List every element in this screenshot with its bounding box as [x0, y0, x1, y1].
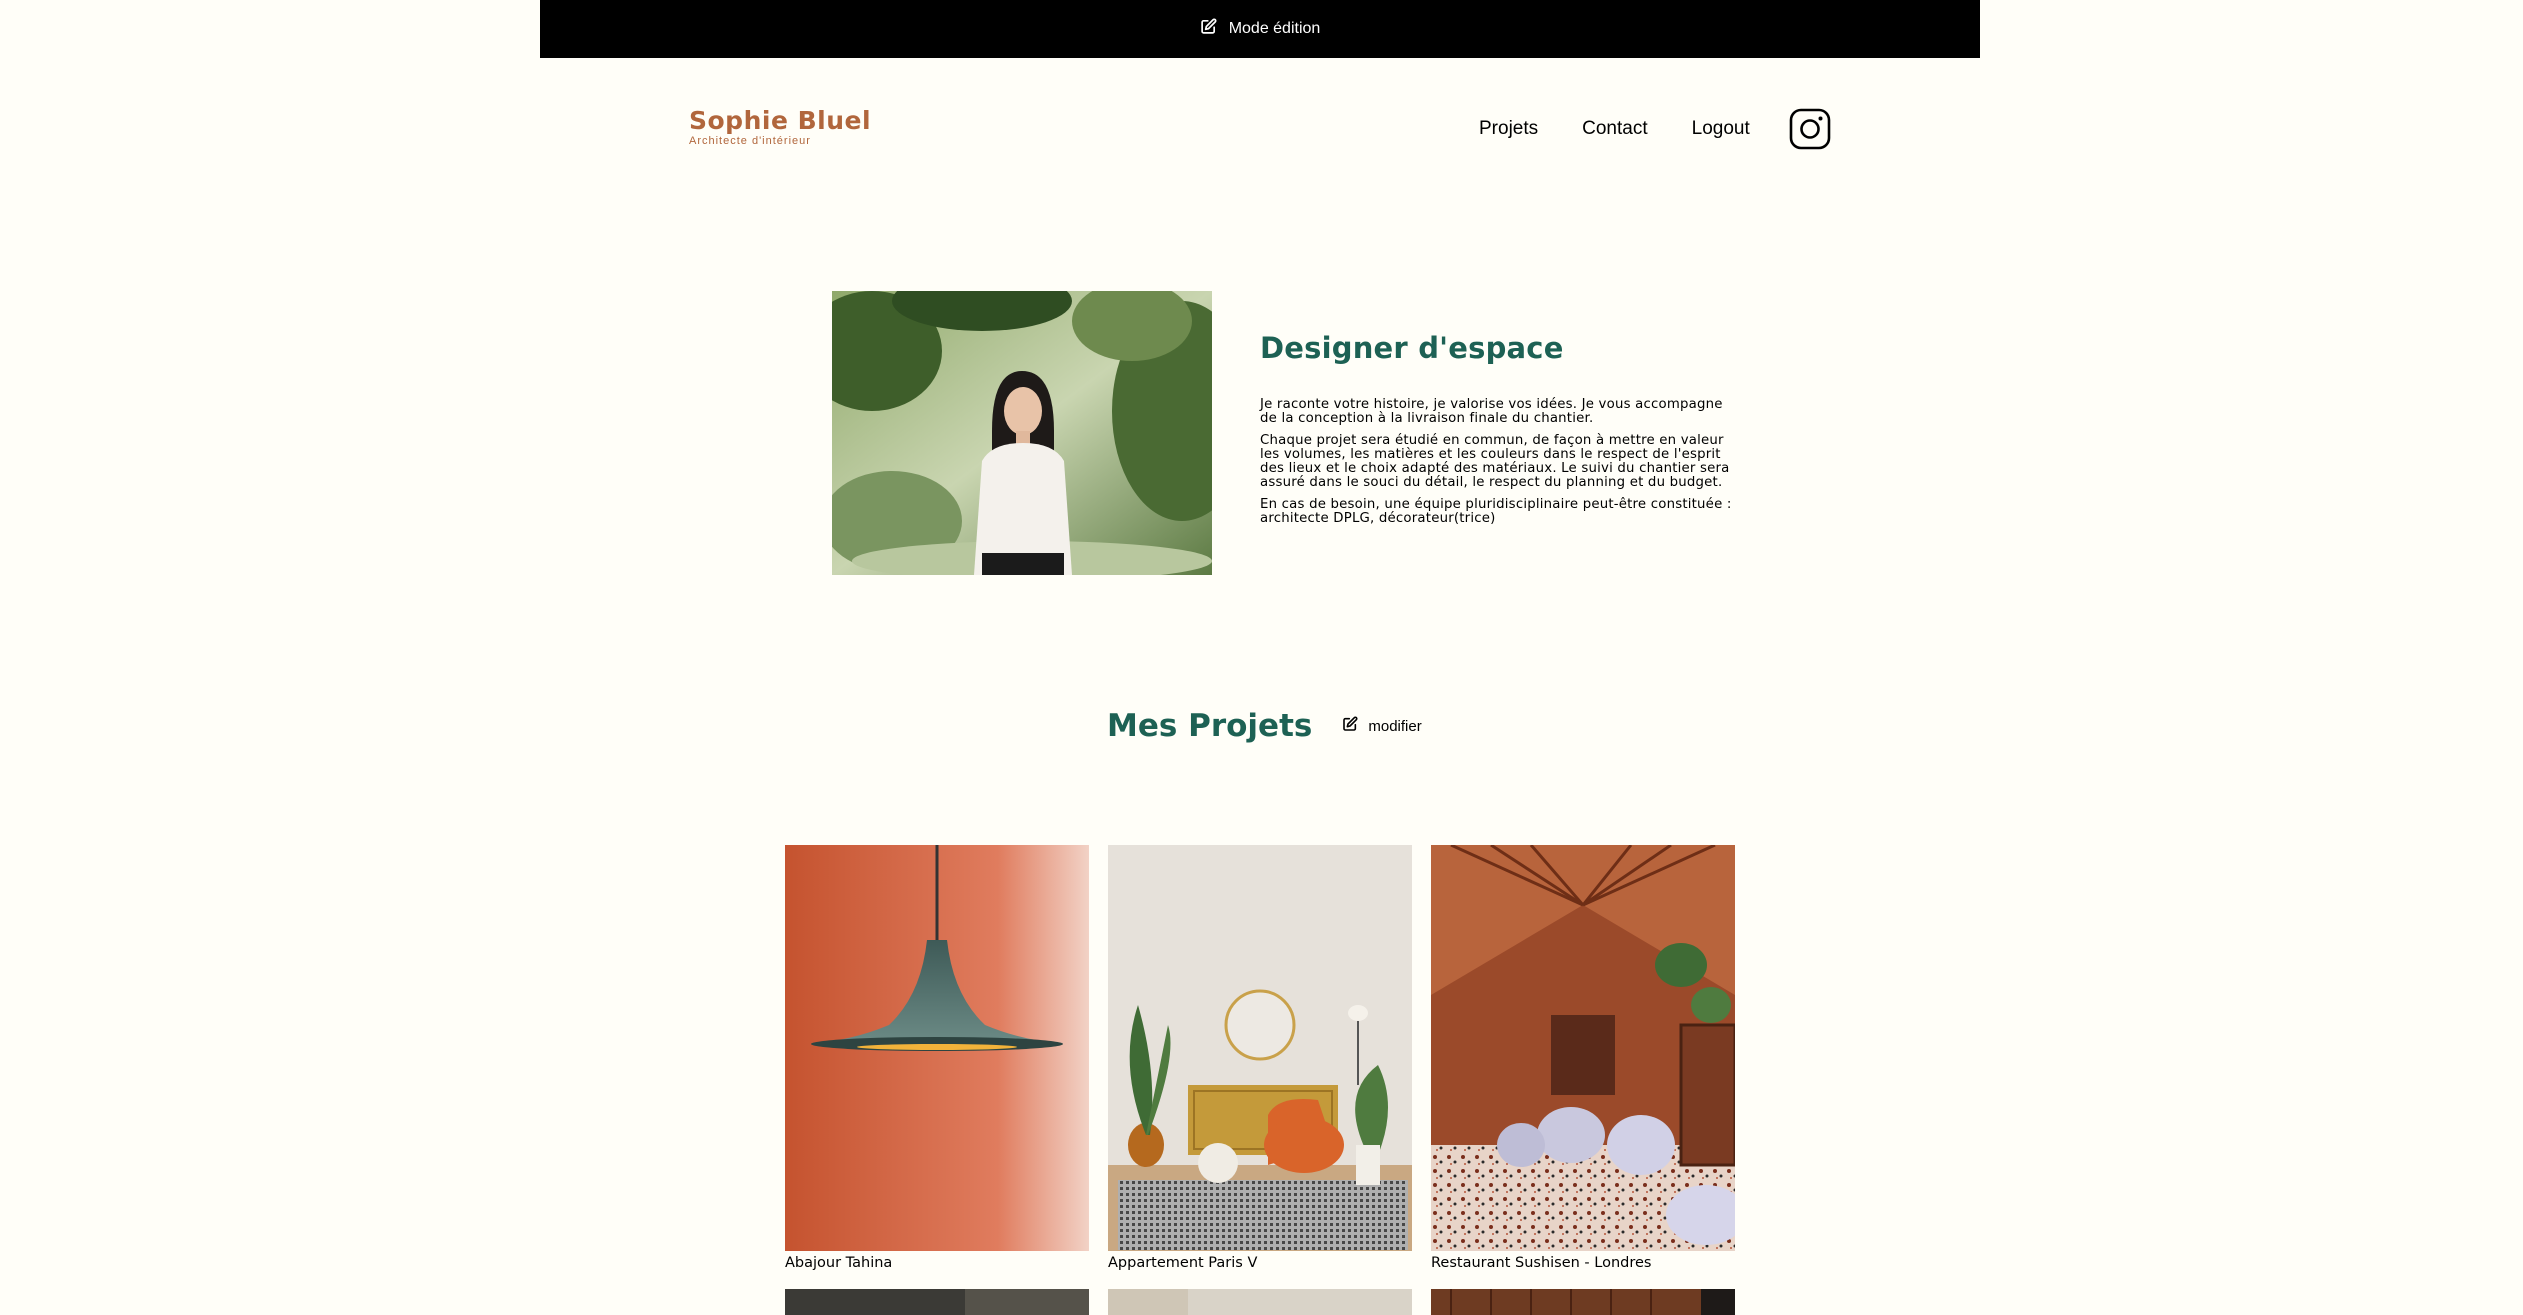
nav-logout[interactable]: Logout — [1692, 118, 1750, 140]
edit-icon — [1342, 716, 1358, 736]
intro-paragraph: En cas de besoin, une équipe pluridiscip… — [1260, 497, 1732, 526]
main-nav: Projets Contact Logout — [1479, 118, 1750, 140]
restaurant-image — [1431, 845, 1735, 1251]
logo-subtitle: Architecte d'intérieur — [689, 135, 811, 147]
architect-photo — [832, 291, 1212, 575]
portfolio-title: Mes Projets — [1107, 708, 1313, 744]
introduction: Designer d'espace Je raconte votre histo… — [1260, 331, 1738, 526]
intro-title: Designer d'espace — [1260, 331, 1564, 365]
intro-paragraph: Je raconte votre histoire, je valorise v… — [1260, 397, 1723, 426]
instagram-icon[interactable] — [1789, 108, 1831, 150]
gallery-item[interactable]: Restaurant Sushisen - Londres — [1431, 845, 1735, 1271]
gallery-item[interactable]: Abajour Tahina — [785, 845, 1089, 1271]
modify-button[interactable]: modifier — [1342, 716, 1422, 736]
modify-label: modifier — [1368, 717, 1422, 735]
intro-paragraph: Chaque projet sera étudié en commun, de … — [1260, 433, 1730, 490]
gallery-caption: Appartement Paris V — [1108, 1255, 1258, 1271]
gallery-item-partial[interactable] — [1431, 1289, 1735, 1315]
gallery-item-partial[interactable] — [785, 1289, 1089, 1315]
apartment-image — [1108, 845, 1412, 1251]
gallery-caption: Restaurant Sushisen - Londres — [1431, 1255, 1652, 1271]
gallery-caption: Abajour Tahina — [785, 1255, 893, 1271]
page: Mode édition Sophie Bluel Architecte d'i… — [0, 0, 2523, 1315]
gallery-item-partial[interactable] — [1108, 1289, 1412, 1315]
logo-name: Sophie Bluel — [689, 106, 872, 135]
edit-mode-banner[interactable]: Mode édition — [540, 0, 1980, 58]
edit-mode-label: Mode édition — [1228, 20, 1321, 37]
lamp-image — [785, 845, 1089, 1251]
gallery-item[interactable]: Appartement Paris V — [1108, 845, 1412, 1271]
nav-contact[interactable]: Contact — [1582, 118, 1647, 140]
nav-projets[interactable]: Projets — [1479, 118, 1538, 140]
logo: Sophie Bluel Architecte d'intérieur — [689, 108, 871, 147]
portfolio-header: Mes Projets modifier — [1107, 708, 1422, 744]
edit-icon — [1200, 18, 1217, 40]
